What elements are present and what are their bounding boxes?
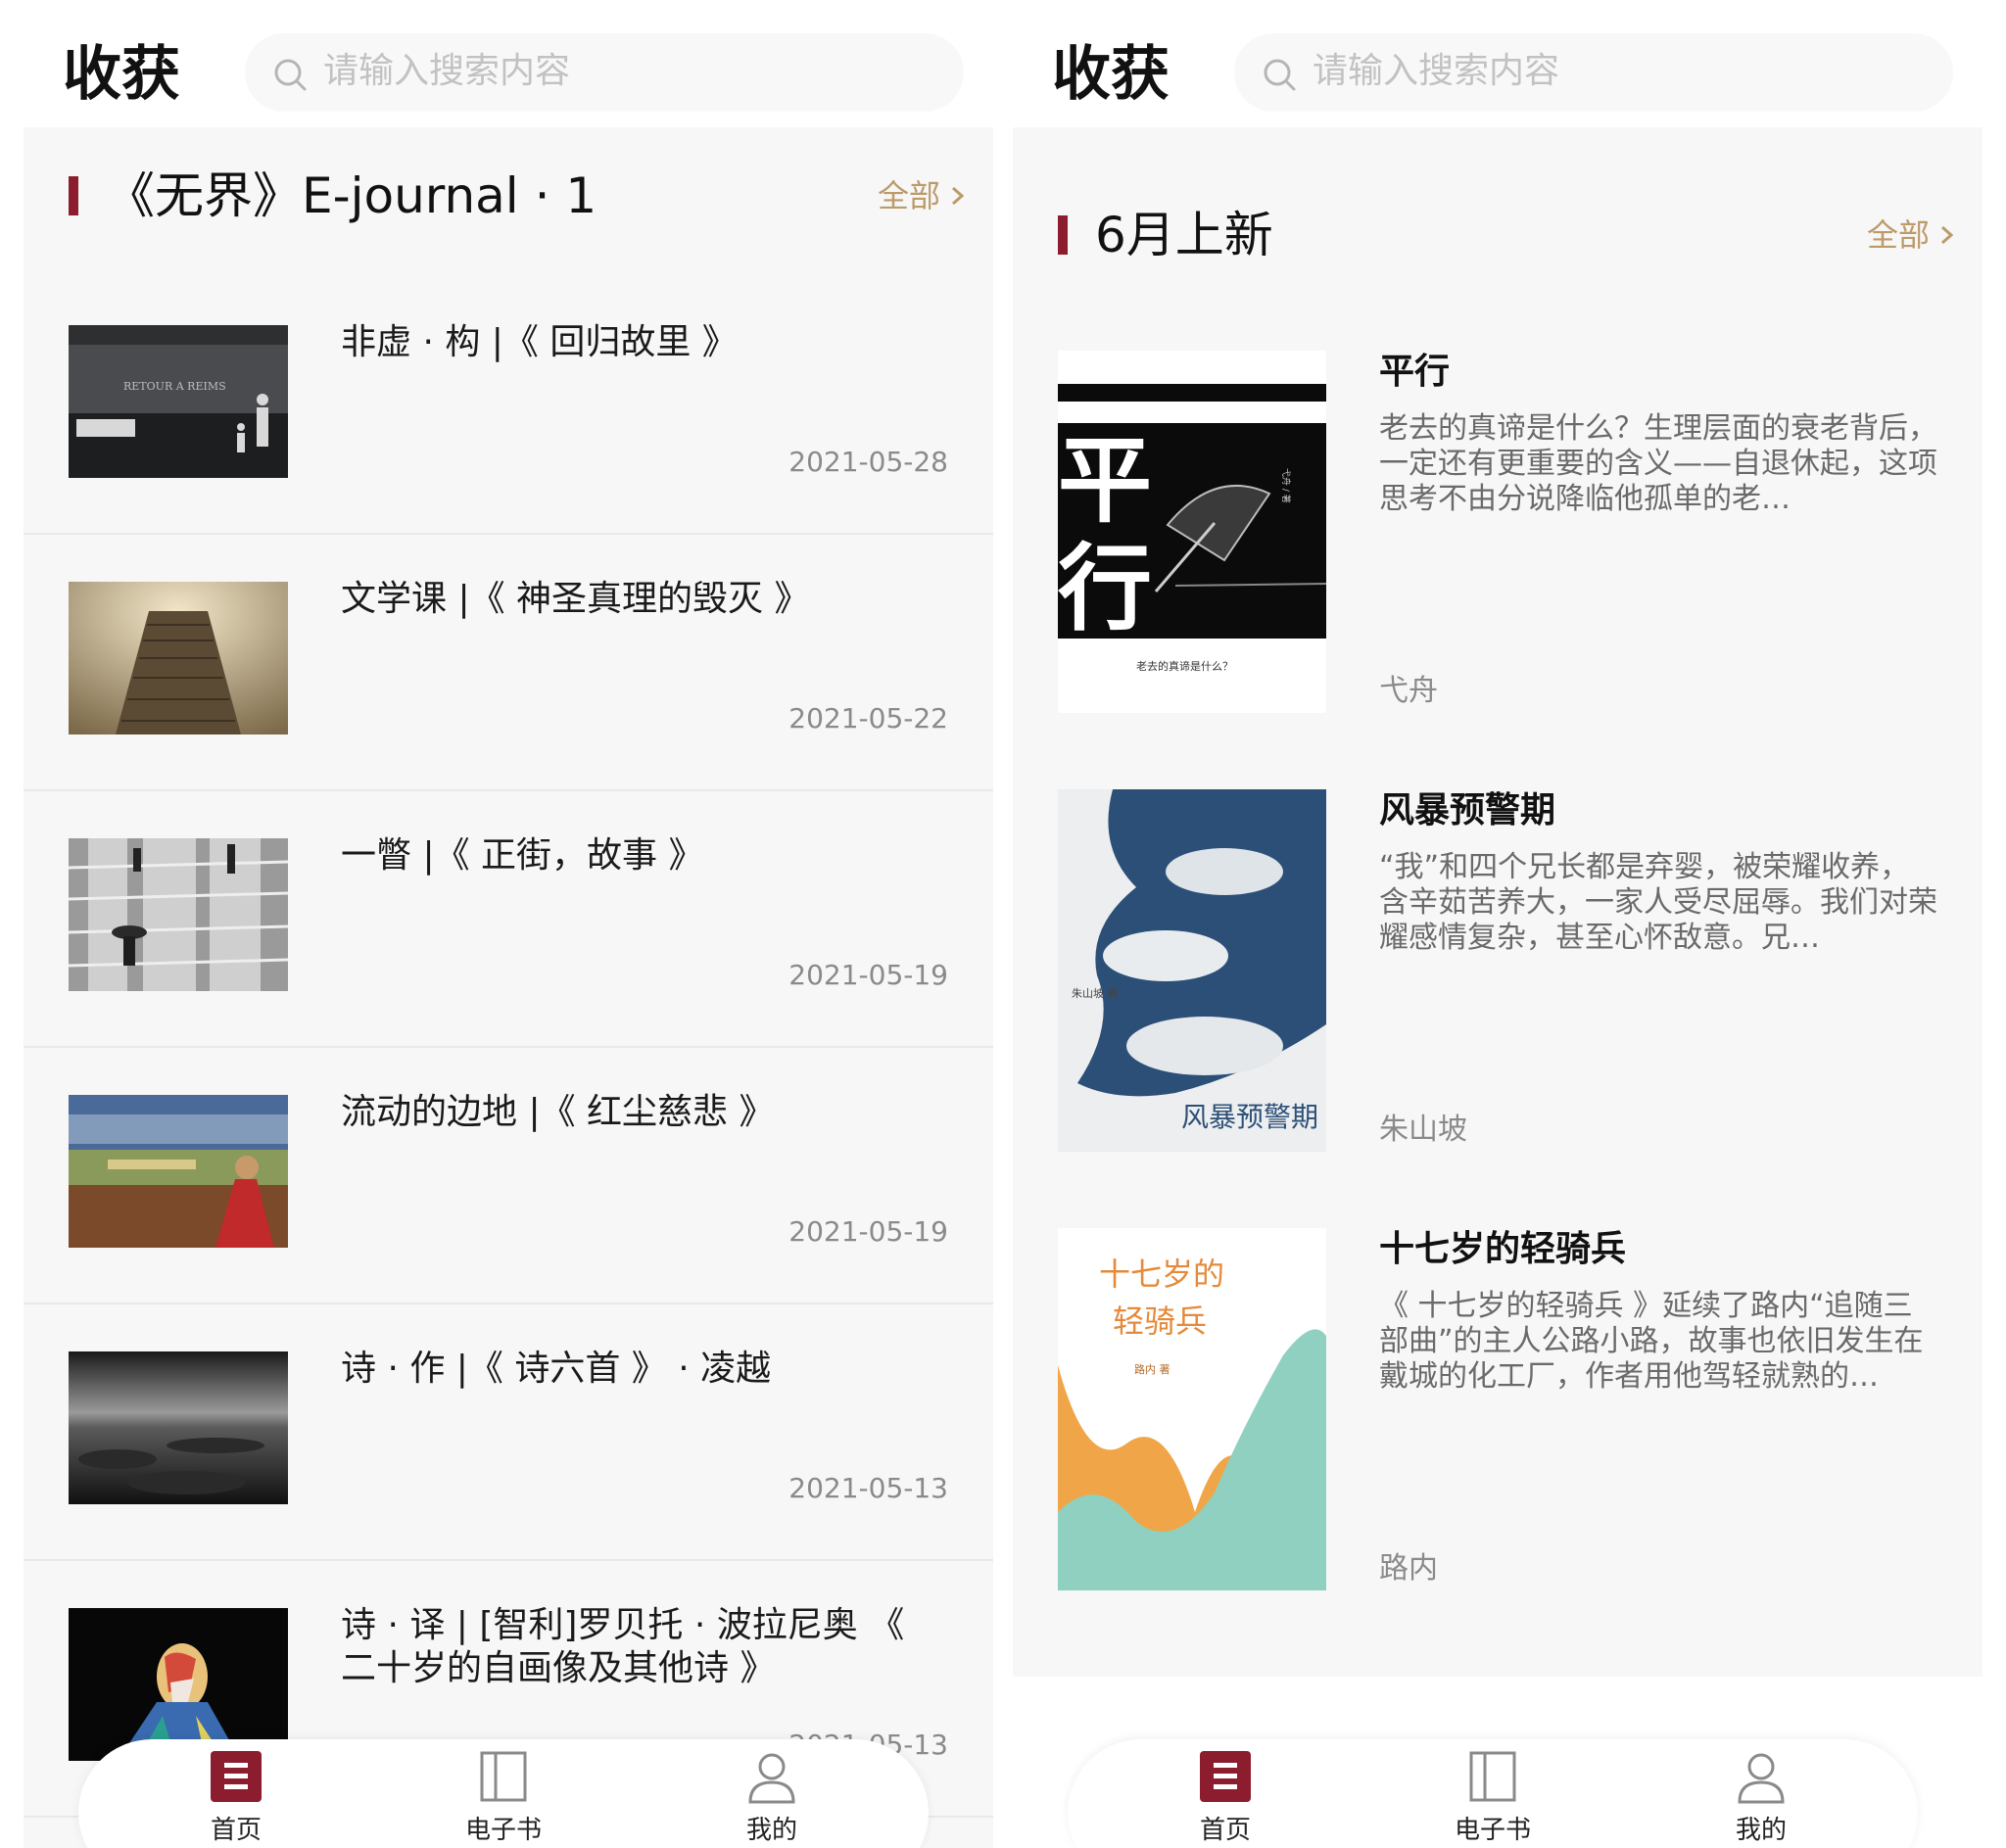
book-description: 《 十七岁的轻骑兵 》延续了路内“追随三部曲”的主人公路小路，故事也依旧发生在戴… [1379, 1289, 1924, 1394]
article-thumbnail [69, 1351, 288, 1504]
tab-label: 我的 [745, 1816, 797, 1845]
article-item[interactable]: 流动的边地 |《 红尘慈悲 》 2021-05-19 [24, 1046, 993, 1304]
tab-home[interactable]: 首页 [1147, 1749, 1304, 1848]
home-screen: 收获 请输入搜索内容 《无界》E-journal · 1 全部 RETOUR A… [14, 0, 1003, 1848]
top-bar: 收获 请输入搜索内容 [1003, 0, 1992, 127]
article-date: 2021-05-13 [788, 1472, 948, 1504]
tab-ebooks[interactable]: 电子书 [425, 1749, 582, 1848]
book-description: “我”和四个兄长都是弃婴，被荣耀收养，含辛茹苦养大，一家人受尽屈辱。我们对荣耀感… [1379, 850, 1937, 955]
article-title: 诗 · 作 |《 诗六首 》 · 凌越 [341, 1349, 772, 1389]
tab-label: 我的 [1735, 1816, 1787, 1845]
article-thumbnail [69, 1095, 288, 1248]
svg-text:老去的真谛是什么？: 老去的真谛是什么？ [1136, 659, 1233, 673]
book-description: 老去的真谛是什么？生理层面的衰老背后，一定还有更重要的含义——自退休起，这项思考… [1379, 411, 1937, 516]
book-item[interactable]: 风暴预警期 朱山坡 著 风暴预警期 “我”和四个兄长都是弃婴，被荣耀收养，含辛茹… [1013, 789, 1982, 1152]
tab-label: 电子书 [464, 1816, 542, 1845]
article-item[interactable]: RETOUR A REIMS 非虚 · 构 |《 回归故里 》 2021-05-… [24, 276, 993, 535]
tab-profile[interactable]: 我的 [693, 1749, 850, 1848]
svg-text:朱山坡 著: 朱山坡 著 [1072, 986, 1119, 1000]
bottom-tab-bar: 首页 电子书 我的 [1068, 1739, 1918, 1848]
search-bar[interactable]: 请输入搜索内容 [1234, 33, 1953, 112]
svg-text:十七岁的: 十七岁的 [1099, 1256, 1224, 1293]
svg-text:风暴预警期: 风暴预警期 [1181, 1101, 1318, 1133]
content-panel: 6月上新 全部 平 行 弋舟 / 著 老去的真谛是什么？ 平行 老去的真谛是什么… [1013, 127, 1982, 1677]
book-cover: 风暴预警期 朱山坡 著 [1058, 789, 1326, 1152]
app-logo[interactable]: 收获 [1050, 29, 1177, 110]
search-bar[interactable]: 请输入搜索内容 [245, 33, 964, 112]
user-icon [1738, 1753, 1785, 1804]
see-all-link[interactable]: 全部 [1867, 215, 1954, 255]
tab-ebooks[interactable]: 电子书 [1414, 1749, 1571, 1848]
article-thumbnail [69, 838, 288, 991]
book-author: 朱山坡 [1379, 1113, 1467, 1147]
book-author: 弋舟 [1379, 674, 1438, 708]
book-cover: 平 行 弋舟 / 著 老去的真谛是什么？ [1058, 351, 1326, 713]
tab-home[interactable]: 首页 [158, 1749, 314, 1848]
see-all-link[interactable]: 全部 [878, 176, 965, 215]
bottom-tab-bar: 首页 电子书 我的 [78, 1739, 929, 1848]
search-icon [1264, 59, 1296, 91]
article-thumbnail: RETOUR A REIMS [69, 325, 288, 478]
article-item[interactable]: 一瞥 |《 正街，故事 》 2021-05-19 [24, 789, 993, 1048]
book-title: 平行 [1379, 352, 1451, 392]
book-title: 十七岁的轻骑兵 [1379, 1229, 1627, 1269]
tab-label: 首页 [1199, 1816, 1251, 1845]
home-icon [1200, 1751, 1251, 1802]
svg-text:平: 平 [1058, 426, 1152, 536]
section-header: 6月上新 全部 [1013, 206, 1982, 264]
article-date: 2021-05-19 [788, 1215, 948, 1248]
top-bar: 收获 请输入搜索内容 [14, 0, 1003, 127]
user-icon [748, 1753, 795, 1804]
article-title: 流动的边地 |《 红尘慈悲 》 [341, 1092, 775, 1132]
article-title: 诗 · 译 | [智利]罗贝托 · 波拉尼奥 《 二十岁的自画像及其他诗 》 [341, 1605, 905, 1688]
section-title: 6月上新 [1095, 207, 1273, 263]
section-accent-bar [69, 176, 78, 215]
article-date: 2021-05-28 [788, 446, 948, 478]
chevron-right-icon [1941, 225, 1954, 245]
article-thumbnail [69, 582, 288, 734]
app-logo[interactable]: 收获 [61, 29, 188, 110]
search-placeholder: 请输入搜索内容 [323, 51, 571, 91]
book-item[interactable]: 十七岁的 轻骑兵 路内 著 十七岁的轻骑兵 《 十七岁的轻骑兵 》延续了路内“追… [1013, 1228, 1982, 1590]
article-title: 文学课 |《 神圣真理的毁灭 》 [341, 579, 810, 619]
article-thumbnail [69, 1608, 288, 1761]
book-icon [1469, 1751, 1516, 1802]
ebook-screen: 收获 请输入搜索内容 6月上新 全部 平 行 弋舟 / 著 老去的真谛是什么？ … [1003, 0, 1992, 1848]
article-item[interactable]: 诗 · 作 |《 诗六首 》 · 凌越 2021-05-13 [24, 1303, 993, 1561]
book-title: 风暴预警期 [1379, 790, 1556, 830]
article-date: 2021-05-22 [788, 702, 948, 734]
tab-label: 首页 [210, 1816, 262, 1845]
section-accent-bar [1058, 215, 1068, 255]
tab-label: 电子书 [1454, 1816, 1531, 1845]
search-placeholder: 请输入搜索内容 [1313, 51, 1560, 91]
section-title: 《无界》E-journal · 1 [106, 167, 597, 224]
article-date: 2021-05-19 [788, 959, 948, 991]
section-header: 《无界》E-journal · 1 全部 [24, 166, 993, 225]
content-panel: 《无界》E-journal · 1 全部 RETOUR A REIMS 非虚 ·… [24, 127, 993, 1848]
article-item[interactable]: 文学课 |《 神圣真理的毁灭 》 2021-05-22 [24, 533, 993, 791]
article-title: 非虚 · 构 |《 回归故里 》 [341, 322, 738, 362]
book-cover: 十七岁的 轻骑兵 路内 著 [1058, 1228, 1326, 1590]
book-item[interactable]: 平 行 弋舟 / 著 老去的真谛是什么？ 平行 老去的真谛是什么？生理层面的衰老… [1013, 351, 1982, 713]
chevron-right-icon [952, 186, 965, 206]
tab-profile[interactable]: 我的 [1683, 1749, 1839, 1848]
book-icon [480, 1751, 527, 1802]
svg-text:行: 行 [1058, 534, 1152, 643]
svg-text:弋舟 / 著: 弋舟 / 著 [1280, 468, 1292, 503]
svg-text:轻骑兵: 轻骑兵 [1113, 1303, 1207, 1340]
svg-text:RETOUR A REIMS: RETOUR A REIMS [123, 380, 226, 393]
svg-text:收获: 收获 [1052, 40, 1170, 109]
home-icon [211, 1751, 262, 1802]
svg-text:收获: 收获 [63, 40, 180, 109]
search-icon [274, 59, 307, 91]
article-title: 一瞥 |《 正街，故事 》 [341, 835, 704, 876]
book-author: 路内 [1379, 1551, 1438, 1586]
svg-text:路内 著: 路内 著 [1134, 1362, 1170, 1376]
